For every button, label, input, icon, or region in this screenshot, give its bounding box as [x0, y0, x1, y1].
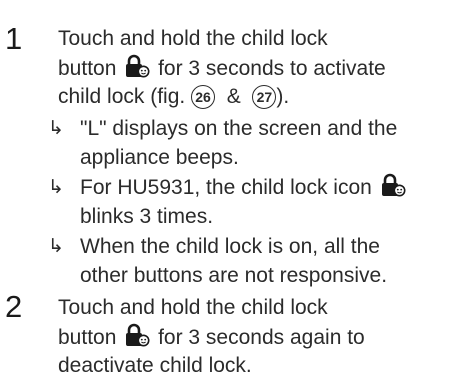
step-text-segment: for 3 seconds to activate: [158, 56, 386, 80]
step-line: deactivate child lock.: [58, 354, 252, 377]
bullet-line: other buttons are not responsive.: [80, 264, 388, 287]
bullet-line: "L" displays on the screen and the: [80, 117, 398, 140]
step-text: Touch and hold the child lock button for…: [58, 25, 460, 112]
bullet-line: For HU5931, the child lock icon: [80, 173, 460, 202]
bullet-line: When the child lock is on, all the: [80, 235, 380, 258]
step-line: button for 3 seconds to activate: [58, 54, 460, 84]
bullet-text-segment: For HU5931, the child lock icon: [80, 176, 372, 199]
bullet-line: appliance beeps.: [80, 146, 239, 169]
child-lock-icon: [126, 323, 150, 346]
result-arrow-icon: ↳: [48, 177, 64, 198]
ampersand: &: [226, 85, 241, 108]
bullet-1: ↳ "L" displays on the screen and the app…: [48, 114, 460, 172]
step-text-segment: ).: [276, 85, 290, 108]
figure-ref-27: 27: [252, 85, 277, 109]
child-lock-icon: [126, 54, 150, 77]
bullet-line: blinks 3 times.: [80, 205, 214, 228]
step-line: child lock (fig. 26 & 27).: [58, 83, 460, 112]
step-text: Touch and hold the child lock button for…: [58, 294, 460, 381]
button-word: button: [58, 325, 117, 349]
figure-ref-26: 26: [191, 85, 216, 109]
bullet-3: ↳ When the child lock is on, all the oth…: [48, 232, 460, 290]
result-arrow-icon: ↳: [48, 236, 64, 257]
button-word: button: [58, 56, 117, 80]
child-lock-icon: [381, 173, 406, 197]
bullet-2: ↳ For HU5931, the child lock icon blinks…: [48, 173, 460, 231]
step-number: 2: [5, 289, 23, 324]
step-line: Touch and hold the child lock: [58, 27, 328, 50]
result-arrow-icon: ↳: [48, 118, 64, 139]
step-line: button for 3 seconds again to: [58, 323, 460, 353]
step-number: 1: [5, 21, 23, 56]
step-text-segment: for 3 seconds again to: [158, 325, 365, 349]
step-text-segment: child lock (fig.: [58, 85, 186, 108]
step-line: Touch and hold the child lock: [58, 296, 328, 319]
